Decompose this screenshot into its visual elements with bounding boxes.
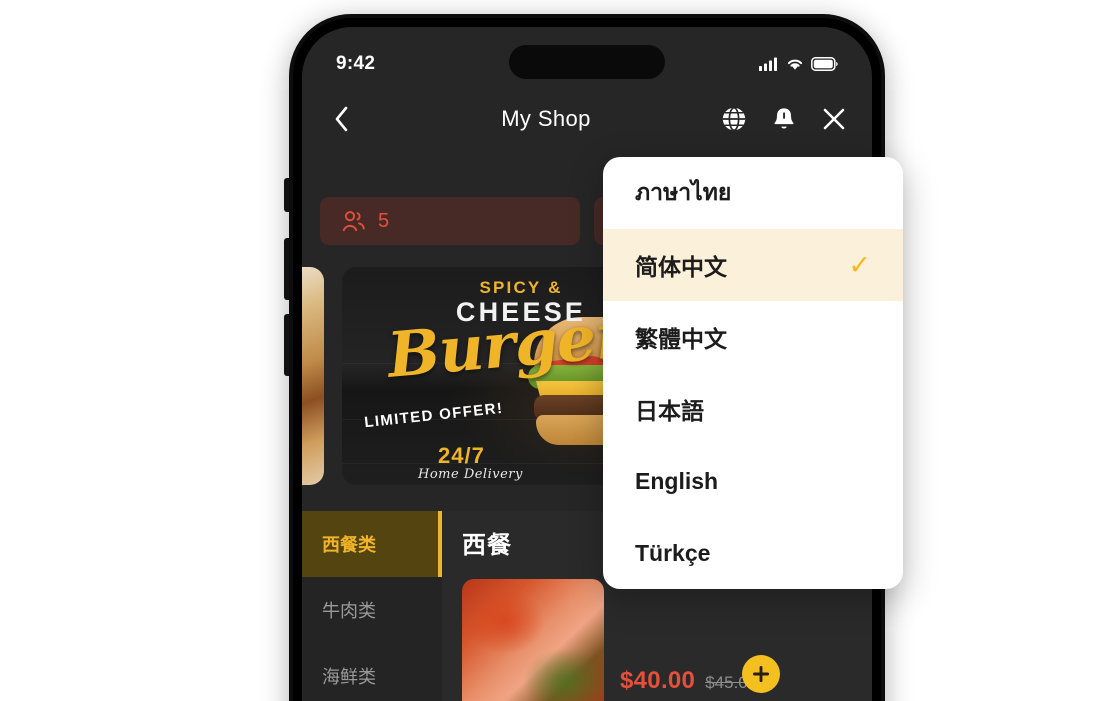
banner-delivery-text: Home Delivery [418, 467, 523, 482]
language-dropdown[interactable]: ภาษาไทย 简体中文 ✓ 繁體中文 日本語 English Türkçe [603, 157, 903, 589]
banner-hours-text: 24/7 [438, 443, 485, 468]
language-option-label: English [635, 467, 719, 494]
nav-bar: My Shop [302, 89, 872, 149]
category-label: 牛肉类 [322, 601, 376, 621]
language-option-label: 简体中文 [635, 254, 727, 280]
close-button[interactable] [820, 105, 848, 133]
language-option-japanese[interactable]: 日本語 [603, 373, 903, 445]
check-icon: ✓ [848, 249, 871, 280]
category-label: 西餐类 [322, 535, 376, 555]
nav-actions [720, 105, 852, 133]
notifications-button[interactable] [770, 105, 798, 133]
dish-info: $40.00 $45.00 [620, 579, 757, 701]
language-option-english[interactable]: English [603, 445, 903, 517]
page-title: My Shop [501, 106, 591, 131]
price-row: $40.00 $45.00 [620, 667, 757, 695]
battery-icon [811, 57, 838, 71]
language-option-simplified-chinese[interactable]: 简体中文 ✓ [603, 229, 903, 301]
language-option-thai[interactable]: ภาษาไทย [603, 157, 903, 229]
dish-price: $40.00 [620, 667, 696, 694]
screenshot-canvas: 9:42 My Shop 5 SPICY & CHEESE Burgers LI… [0, 0, 1120, 701]
category-item-beef[interactable]: 牛肉类 [302, 577, 442, 643]
globe-icon [722, 106, 746, 132]
plus-icon [752, 665, 770, 683]
language-button[interactable] [720, 105, 748, 133]
guest-count-label: 5 [378, 209, 390, 232]
carousel-slide-previous[interactable] [302, 267, 324, 485]
bell-icon [774, 108, 794, 129]
language-option-turkish[interactable]: Türkçe [603, 517, 903, 589]
status-icons [759, 57, 838, 71]
language-option-label: 繁體中文 [635, 326, 727, 352]
chevron-left-icon [335, 106, 348, 132]
close-icon [823, 108, 845, 130]
category-sidebar: 西餐类 牛肉类 海鲜类 [302, 511, 442, 701]
cellular-signal-icon [759, 57, 777, 71]
wifi-icon [787, 59, 803, 70]
category-label: 海鲜类 [322, 667, 376, 687]
add-to-cart-button[interactable] [742, 655, 780, 693]
category-item-seafood[interactable]: 海鲜类 [302, 643, 442, 701]
banner-limited-offer-text: LIMITED OFFER! [363, 399, 505, 432]
guest-count-badge[interactable]: 5 [320, 197, 580, 245]
language-option-traditional-chinese[interactable]: 繁體中文 [603, 301, 903, 373]
people-icon [342, 211, 365, 232]
back-button[interactable] [324, 102, 358, 136]
language-option-label: ภาษาไทย [635, 179, 732, 205]
dynamic-island [509, 45, 665, 79]
language-option-label: Türkçe [635, 539, 711, 566]
dish-photo [462, 579, 604, 701]
dish-card[interactable]: $40.00 $45.00 [462, 579, 757, 701]
status-time: 9:42 [336, 53, 376, 74]
language-option-label: 日本語 [635, 398, 704, 424]
category-item-western[interactable]: 西餐类 [302, 511, 442, 577]
